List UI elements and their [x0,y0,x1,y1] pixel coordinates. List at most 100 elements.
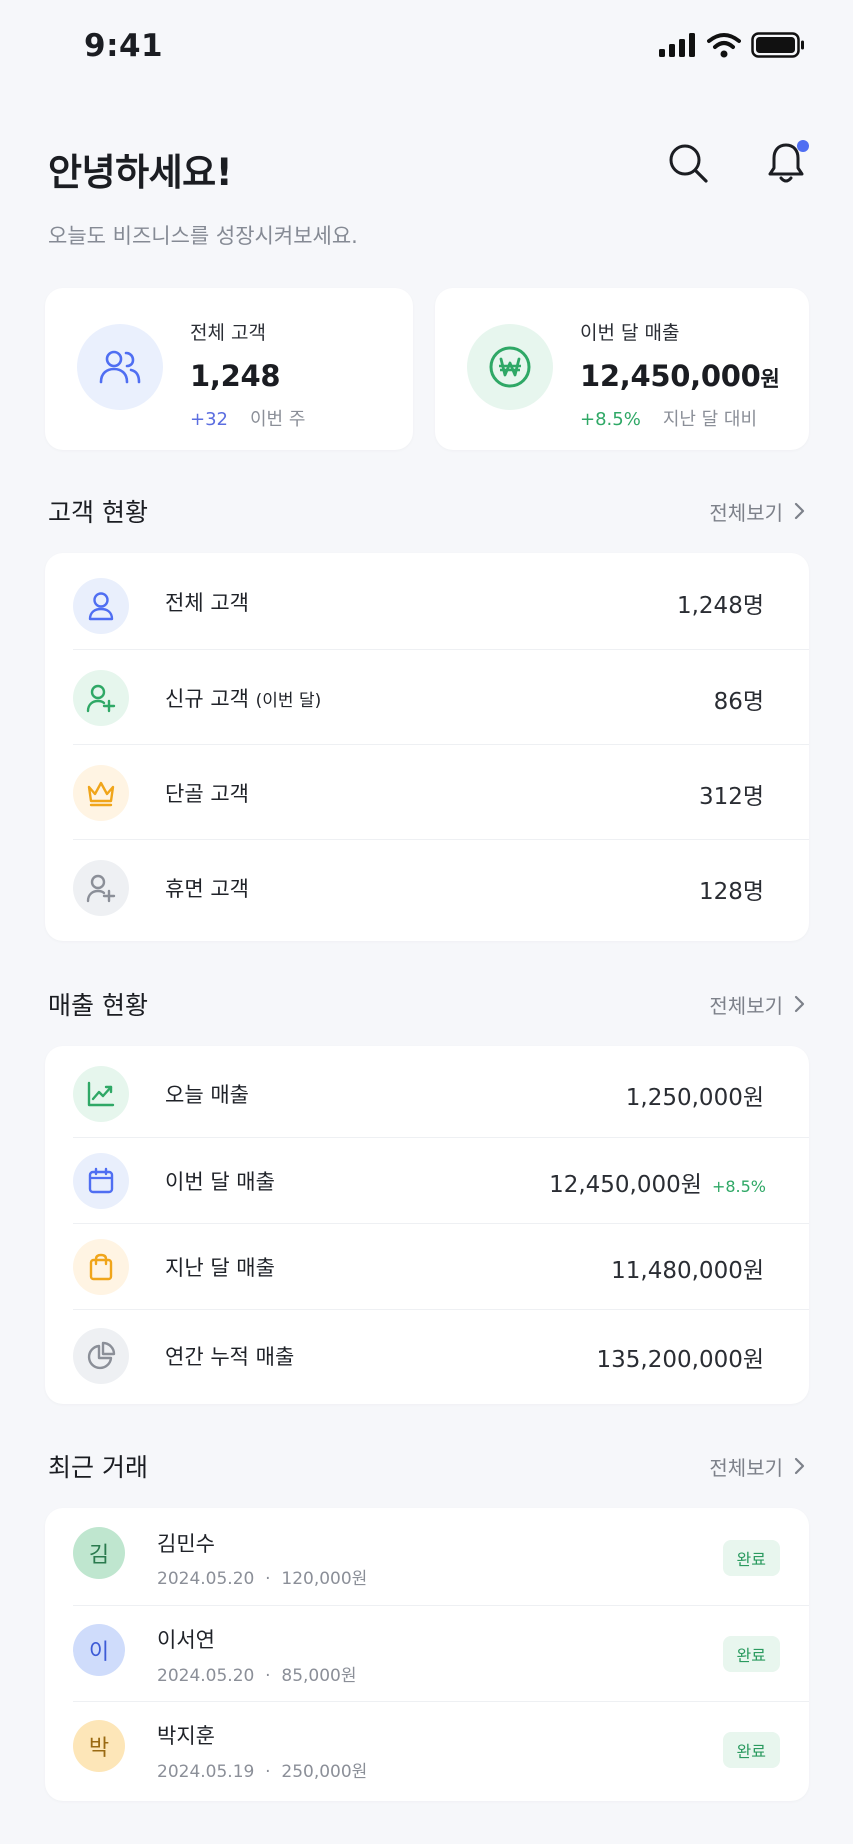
transaction-name: 이서연 [157,1628,215,1652]
user-plus-icon [86,684,116,713]
row-label: 전체 고객 [165,587,249,617]
status-badge: 완료 [722,1636,780,1672]
search-button[interactable] [665,140,711,186]
status-time: 9:41 [84,28,164,64]
header-actions [665,140,809,186]
shopping-bag-icon [89,1253,113,1281]
avatar: 김 [73,1527,125,1579]
avatar: 이 [73,1624,125,1676]
see-all-label: 전체보기 [709,500,783,525]
row-label-text: 전체 고객 [165,591,249,615]
status-icons [659,32,805,58]
transaction-name: 박지훈 [157,1724,215,1748]
sales-section-header: 매출 현황 전체보기 [48,986,805,1022]
transaction-meta: 2024.05.19 · 250,000원 [157,1762,368,1782]
transaction-row[interactable]: 이 이서연 2024.05.20 · 85,000원 완료 [73,1605,809,1701]
summary-icon-wrap [467,324,553,410]
row-label-text: 이번 달 매출 [165,1170,275,1194]
row-label-text: 연간 누적 매출 [165,1345,295,1369]
battery-icon [751,32,804,58]
summary-value: 12,450,000원 [580,359,780,393]
row-icon-wrap [73,578,129,634]
list-item[interactable]: 오늘 매출 1,250,000원 [73,1046,809,1137]
sales-list-card: 오늘 매출 1,250,000원 이번 달 매출 12,450,000원 +8.5… [45,1046,809,1404]
row-value: 11,480,000원 [611,1251,764,1285]
list-item[interactable]: 단골 고객 312명 [73,744,809,839]
transaction-date: 2024.05.19 [157,1762,255,1782]
summary-sub: +8.5% 지난 달 대비 [580,405,780,431]
see-all-link[interactable]: 전체보기 [709,497,805,526]
crown-icon [87,781,115,807]
summary-card-revenue[interactable]: 이번 달 매출 12,450,000원 +8.5% 지난 달 대비 [435,288,809,450]
see-all-label: 전체보기 [709,1455,783,1480]
transaction-row[interactable]: 박 박지훈 2024.05.19 · 250,000원 완료 [73,1701,809,1801]
summary-value-number: 1,248 [190,359,281,393]
user-icon [88,592,114,621]
calendar-icon [88,1167,114,1194]
user-plus-gray-icon [86,874,116,903]
section-title: 최근 거래 [48,1453,148,1482]
row-label-text: 휴면 고객 [165,877,249,901]
row-label-text: 지난 달 매출 [165,1256,275,1280]
transaction-amount: 250,000원 [281,1762,368,1782]
list-item[interactable]: 연간 누적 매출 135,200,000원 [73,1309,809,1404]
notification-dot [797,140,809,152]
summary-card-customers[interactable]: 전체 고객 1,248 +32 이번 주 [45,288,413,450]
list-item[interactable]: 전체 고객 1,248명 [73,553,809,649]
row-icon-wrap [73,1328,129,1384]
summary-label: 이번 달 매출 [580,322,680,344]
page-subtitle: 오늘도 비즈니스를 성장시켜보세요. [48,224,358,248]
row-value: 312명 [698,784,764,810]
summary-value: 1,248 [190,359,305,393]
transaction-date: 2024.05.20 [157,1666,255,1686]
row-value: 135,200,000원 [597,1340,764,1374]
transaction-row[interactable]: 김 김민수 2024.05.20 · 120,000원 완료 [73,1508,809,1605]
row-icon-wrap [73,1066,129,1122]
summary-sub: +32 이번 주 [190,405,305,431]
row-label: 이번 달 매출 [165,1166,275,1196]
summary-delta: +32 [190,409,228,430]
row-label: 연간 누적 매출 [165,1341,294,1371]
row-value-text: 12,450,000원 [549,1172,702,1198]
row-delta: +8.5% [711,1177,766,1196]
row-value-text: 135,200,000원 [596,1347,764,1373]
see-all-link[interactable]: 전체보기 [709,1452,805,1481]
row-icon-wrap [73,1153,129,1209]
section-title: 매출 현황 [48,991,148,1020]
row-label-text: 신규 고객 [165,687,249,711]
see-all-link[interactable]: 전체보기 [709,990,805,1019]
notification-button[interactable] [763,140,809,186]
section-title: 고객 현황 [48,498,148,527]
row-value: 128명 [698,879,764,905]
greeting: 안녕하세요! 오늘도 비즈니스를 성장시켜보세요. [48,142,358,250]
list-item[interactable]: 지난 달 매출 11,480,000원 [73,1223,809,1309]
list-item[interactable]: 이번 달 매출 12,450,000원 +8.5% [73,1137,809,1223]
row-value-text: 11,480,000원 [611,1258,764,1284]
row-icon-wrap [73,1239,129,1295]
summary-note: 지난 달 대비 [662,409,758,430]
page-title: 안녕하세요! [48,151,233,194]
summary-note: 이번 주 [250,409,306,430]
list-item[interactable]: 신규 고객 (이번 달) 86명 [73,649,809,744]
see-all-label: 전체보기 [709,993,783,1018]
summary-icon-wrap [77,324,163,410]
customer-list-card: 전체 고객 1,248명 신규 고객 (이번 달) 86명 단골 고객 312명 [45,553,809,941]
transaction-amount: 85,000원 [281,1666,357,1686]
row-label-text: 단골 고객 [165,782,249,806]
row-value: 86명 [713,689,764,715]
row-icon-wrap [73,860,129,916]
status-bar: 9:41 [0,0,853,96]
chevron-right-icon [794,995,805,1013]
list-item[interactable]: 휴면 고객 128명 [73,839,809,937]
transactions-list-card: 김 김민수 2024.05.20 · 120,000원 완료 이 이서연 202… [45,1508,809,1801]
summary-label: 전체 고객 [190,322,266,344]
row-label: 휴면 고객 [165,873,249,903]
row-value: 1,250,000원 [626,1078,764,1112]
signal-icon [659,33,695,57]
row-value: 1,248명 [676,593,764,619]
chevron-right-icon [794,502,805,520]
summary-delta: +8.5% [580,409,641,430]
pie-chart-icon [87,1341,116,1370]
wifi-icon [707,33,741,58]
customer-section-header: 고객 현황 전체보기 [48,493,805,529]
